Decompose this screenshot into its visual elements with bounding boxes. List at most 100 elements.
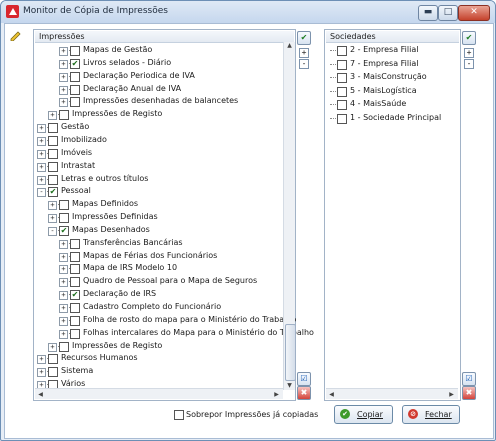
companies-expand-button[interactable]: +: [464, 48, 474, 58]
company-checkbox[interactable]: [337, 46, 347, 56]
tree-checkbox[interactable]: [48, 123, 58, 134]
tree-checkbox[interactable]: [48, 174, 58, 185]
clear-companies-button[interactable]: ✖: [462, 386, 476, 400]
collapse-node-icon[interactable]: -: [48, 226, 57, 236]
check-all-impressions-button[interactable]: ✔: [297, 31, 311, 45]
expand-node-icon[interactable]: +: [59, 291, 68, 301]
tree-label: Mapa de IRS Modelo 10: [83, 263, 178, 273]
check-all-companies-button[interactable]: ✔: [462, 31, 476, 45]
tree-label: Declaração Periodica de IVA: [83, 70, 195, 80]
expand-node-icon[interactable]: +: [48, 111, 57, 121]
expand-node-icon[interactable]: +: [37, 149, 46, 159]
expand-node-icon[interactable]: +: [48, 342, 57, 352]
company-checkbox[interactable]: [337, 73, 347, 84]
expand-node-icon[interactable]: +: [59, 72, 68, 82]
expand-node-icon[interactable]: +: [59, 265, 68, 275]
expand-node-icon[interactable]: +: [59, 47, 68, 56]
expand-node-icon[interactable]: +: [37, 136, 46, 146]
overwrite-checkbox[interactable]: [174, 410, 184, 420]
scroll-up-arrow-icon[interactable]: ▲: [284, 42, 295, 49]
tree-checkbox[interactable]: [48, 148, 58, 159]
collapse-node-icon[interactable]: -: [37, 188, 46, 198]
scroll-down-arrow-icon[interactable]: ▼: [284, 382, 295, 389]
impressions-panel: Impressões + Mapas de Gestão + ✔ Livros sela…: [33, 29, 314, 401]
expand-node-icon[interactable]: +: [37, 355, 46, 365]
tree-checkbox[interactable]: [70, 303, 80, 313]
select-all-companies-button[interactable]: ☑: [462, 372, 476, 386]
scroll-left-arrow-icon[interactable]: ◀: [35, 391, 46, 398]
tree-checkbox[interactable]: ✔: [48, 187, 58, 198]
collapse-all-button[interactable]: -: [299, 59, 309, 69]
tree-connector: [330, 118, 336, 119]
tree-checkbox[interactable]: [48, 367, 58, 378]
expand-node-icon[interactable]: +: [59, 316, 68, 326]
expand-node-icon[interactable]: +: [59, 278, 68, 288]
companies-horizontal-scrollbar[interactable]: ◀ ▶: [326, 388, 458, 399]
company-checkbox[interactable]: [337, 86, 347, 97]
tree-checkbox[interactable]: [70, 251, 80, 262]
close-no-entry-icon: ⊘: [408, 409, 418, 419]
impressions-vertical-scrollbar[interactable]: ▲ ▼: [283, 42, 296, 390]
expand-node-icon[interactable]: +: [59, 98, 68, 108]
expand-node-icon[interactable]: +: [59, 329, 68, 339]
expand-node-icon[interactable]: +: [59, 85, 68, 95]
tree-checkbox[interactable]: [70, 264, 80, 275]
expand-node-icon[interactable]: +: [37, 175, 46, 185]
tree-checkbox[interactable]: [70, 97, 80, 108]
maximize-button[interactable]: □: [438, 5, 458, 21]
expand-node-icon[interactable]: +: [59, 304, 68, 313]
clear-impressions-button[interactable]: ✖: [297, 386, 311, 400]
app-logo-icon: [6, 5, 19, 18]
scroll-right-arrow-icon[interactable]: ▶: [446, 391, 457, 398]
tree-label: Livros selados - Diário: [83, 57, 172, 67]
scroll-right-arrow-icon[interactable]: ▶: [271, 391, 282, 398]
tree-checkbox[interactable]: [70, 315, 80, 326]
expand-node-icon[interactable]: +: [59, 59, 68, 69]
tree-checkbox[interactable]: [70, 84, 80, 95]
copy-check-icon: ✔: [340, 409, 350, 419]
expand-node-icon[interactable]: +: [48, 201, 57, 211]
company-checkbox[interactable]: [337, 114, 347, 124]
tree-checkbox[interactable]: [48, 354, 58, 365]
tree-checkbox[interactable]: [70, 277, 80, 288]
expand-node-icon[interactable]: +: [59, 239, 68, 249]
select-all-impressions-button[interactable]: ☑: [297, 372, 311, 386]
tree-checkbox[interactable]: ✔: [70, 290, 80, 301]
expand-node-icon[interactable]: +: [37, 368, 46, 378]
tree-checkbox[interactable]: [70, 71, 80, 82]
tree-checkbox[interactable]: ✔: [59, 225, 69, 236]
tree-checkbox[interactable]: [59, 110, 69, 121]
expand-node-icon[interactable]: +: [48, 214, 57, 224]
expand-node-icon[interactable]: +: [37, 162, 46, 172]
tree-label: Impressões de Registo: [72, 340, 163, 350]
tree-checkbox[interactable]: [70, 46, 80, 56]
tree-checkbox[interactable]: [70, 238, 80, 249]
scroll-left-arrow-icon[interactable]: ◀: [326, 391, 337, 398]
tree-checkbox[interactable]: [48, 135, 58, 146]
company-checkbox[interactable]: [337, 100, 347, 111]
company-checkbox[interactable]: [337, 59, 347, 70]
tree-label: Pessoal: [61, 186, 91, 196]
expand-node-icon[interactable]: +: [37, 124, 46, 134]
close-button[interactable]: ⊘ Fechar: [402, 405, 460, 424]
tree-checkbox[interactable]: [70, 328, 80, 339]
company-label: 3 - MaisConstrução: [350, 72, 427, 82]
tree-label: Recursos Humanos: [61, 353, 138, 363]
tree-checkbox[interactable]: [59, 213, 69, 224]
copy-button[interactable]: ✔ Copiar: [334, 405, 393, 424]
companies-collapse-button[interactable]: -: [464, 59, 474, 69]
tree-label: Mapas Desenhados: [72, 224, 150, 234]
tree-checkbox[interactable]: [59, 200, 69, 211]
impressions-horizontal-scrollbar[interactable]: ◀ ▶: [35, 388, 283, 399]
tree-connector: [330, 90, 336, 92]
tree-checkbox[interactable]: [59, 341, 69, 352]
tree-label: Declaração de IRS: [83, 289, 157, 299]
tree-checkbox[interactable]: [48, 161, 58, 172]
expand-all-button[interactable]: +: [299, 48, 309, 58]
minimize-button[interactable]: ▬: [418, 5, 438, 21]
close-window-button[interactable]: ✕: [458, 5, 490, 21]
tree-checkbox[interactable]: ✔: [70, 58, 80, 69]
tree-label: Impressões Definidas: [72, 212, 158, 222]
scroll-thumb[interactable]: [285, 324, 296, 381]
expand-node-icon[interactable]: +: [59, 252, 68, 262]
